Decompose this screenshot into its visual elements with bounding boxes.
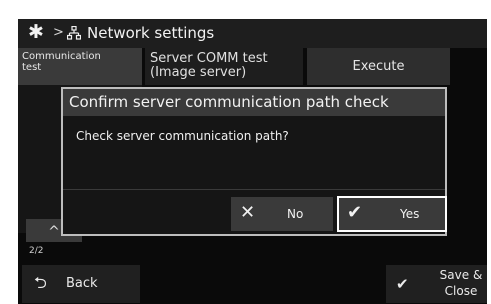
check-icon: ✔ bbox=[347, 202, 363, 223]
back-button[interactable]: ⮌ Back bbox=[22, 265, 140, 303]
gear-icon[interactable]: ✱ bbox=[28, 22, 44, 42]
setting-item-label: Server COMM test (Image server) bbox=[145, 48, 303, 85]
no-button[interactable]: ✕ No bbox=[231, 197, 333, 231]
x-icon: ✕ bbox=[240, 202, 256, 223]
dialog-title: Confirm server communication path check bbox=[63, 89, 445, 116]
dialog-divider bbox=[63, 189, 445, 190]
category-communication-test[interactable]: Communication test bbox=[18, 48, 142, 85]
chevron-up-icon: ^ bbox=[48, 224, 60, 240]
yes-label: Yes bbox=[400, 207, 420, 221]
dialog-message: Check server communication path? bbox=[76, 129, 289, 143]
title-bar: ✱ > Network settings bbox=[18, 19, 487, 48]
back-label: Back bbox=[66, 276, 98, 291]
page-indicator: 2/2 bbox=[29, 246, 44, 256]
confirm-dialog: Confirm server communication path check … bbox=[61, 87, 447, 236]
page-title: Network settings bbox=[87, 24, 215, 42]
network-icon bbox=[67, 26, 81, 40]
save-label: Save & Close bbox=[439, 268, 483, 298]
execute-button[interactable]: Execute bbox=[307, 48, 450, 85]
no-label: No bbox=[287, 207, 304, 221]
yes-button[interactable]: ✔ Yes bbox=[337, 196, 447, 232]
return-arrow-icon: ⮌ bbox=[34, 273, 47, 292]
save-and-close-button[interactable]: ✔ Save & Close bbox=[386, 265, 487, 303]
breadcrumb-separator: > bbox=[53, 25, 64, 40]
check-icon: ✔ bbox=[396, 275, 409, 293]
network-settings-screen: ✱ > Network settings Communication test … bbox=[18, 19, 487, 304]
